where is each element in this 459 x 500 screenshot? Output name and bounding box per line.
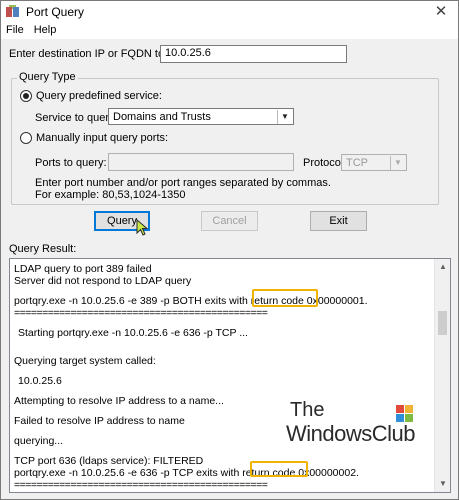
ports-hint-line2: For example: 80,53,1024-1350 — [35, 189, 186, 201]
ports-to-query-label: Ports to query: — [35, 157, 107, 169]
result-line: Attempting to resolve IP address to a na… — [14, 395, 224, 407]
mouse-cursor-icon — [136, 219, 149, 236]
result-line: LDAP query to port 389 failed — [14, 263, 152, 275]
chevron-down-icon: ▼ — [390, 156, 405, 170]
return-code-highlight — [250, 461, 308, 477]
service-dropdown[interactable]: Domains and Trusts ▼ — [108, 108, 294, 125]
result-line: Querying target system called: — [14, 355, 156, 367]
chevron-down-icon: ▼ — [277, 110, 292, 124]
result-line: Failed to resolve IP address to name — [14, 415, 185, 427]
result-separator: ========================================… — [14, 479, 268, 491]
return-code-highlight — [252, 289, 318, 307]
scroll-up-icon[interactable]: ▲ — [435, 259, 450, 275]
scroll-down-icon[interactable]: ▼ — [435, 476, 450, 492]
query-result-label: Query Result: — [9, 243, 77, 255]
query-result-textarea[interactable]: LDAP query to port 389 failed Server did… — [9, 258, 451, 493]
predefined-service-radio[interactable] — [20, 90, 32, 102]
ports-input[interactable] — [108, 153, 294, 171]
result-line: 10.0.25.6 — [18, 375, 62, 387]
ports-hint-line1: Enter port number and/or port ranges sep… — [35, 177, 331, 189]
windows-logo-icon — [396, 405, 414, 423]
port-query-window: Port Query ✕ File Help Enter destination… — [0, 0, 459, 500]
port-query-app-icon — [6, 5, 20, 19]
scroll-thumb[interactable] — [438, 311, 447, 335]
manual-ports-label: Manually input query ports: — [36, 132, 169, 144]
protocol-dropdown-value: TCP — [346, 157, 368, 169]
result-separator: ========================================… — [14, 307, 268, 319]
menu-bar: File Help — [1, 23, 458, 39]
result-line: TCP port 636 (ldaps service): FILTERED — [14, 455, 204, 467]
watermark-line1: The — [290, 399, 325, 421]
thewindowsclub-watermark: The WindowsClub — [284, 399, 424, 451]
result-line: querying... — [14, 435, 64, 447]
menu-file[interactable]: File — [1, 23, 29, 39]
watermark-line2: WindowsClub — [286, 421, 416, 446]
result-scrollbar[interactable]: ▲ ▼ — [434, 259, 450, 492]
protocol-label: Protocol: — [303, 157, 347, 169]
destination-input[interactable]: 10.0.25.6 — [160, 45, 347, 63]
query-type-group-title: Query Type — [17, 71, 78, 83]
exit-button[interactable]: Exit — [310, 211, 367, 231]
result-line: Server did not respond to LDAP query — [14, 275, 192, 287]
window-title: Port Query — [26, 5, 85, 19]
close-button[interactable]: ✕ — [428, 3, 454, 21]
service-dropdown-value: Domains and Trusts — [113, 111, 211, 123]
cancel-button[interactable]: Cancel — [201, 211, 258, 231]
result-line: Starting portqry.exe -n 10.0.25.6 -e 636… — [18, 327, 248, 339]
manual-ports-radio[interactable] — [20, 132, 32, 144]
predefined-service-label: Query predefined service: — [36, 90, 162, 102]
title-bar: Port Query ✕ — [1, 1, 458, 23]
protocol-dropdown[interactable]: TCP ▼ — [341, 154, 407, 171]
menu-help[interactable]: Help — [29, 23, 62, 39]
service-to-query-label: Service to query: — [35, 112, 118, 124]
